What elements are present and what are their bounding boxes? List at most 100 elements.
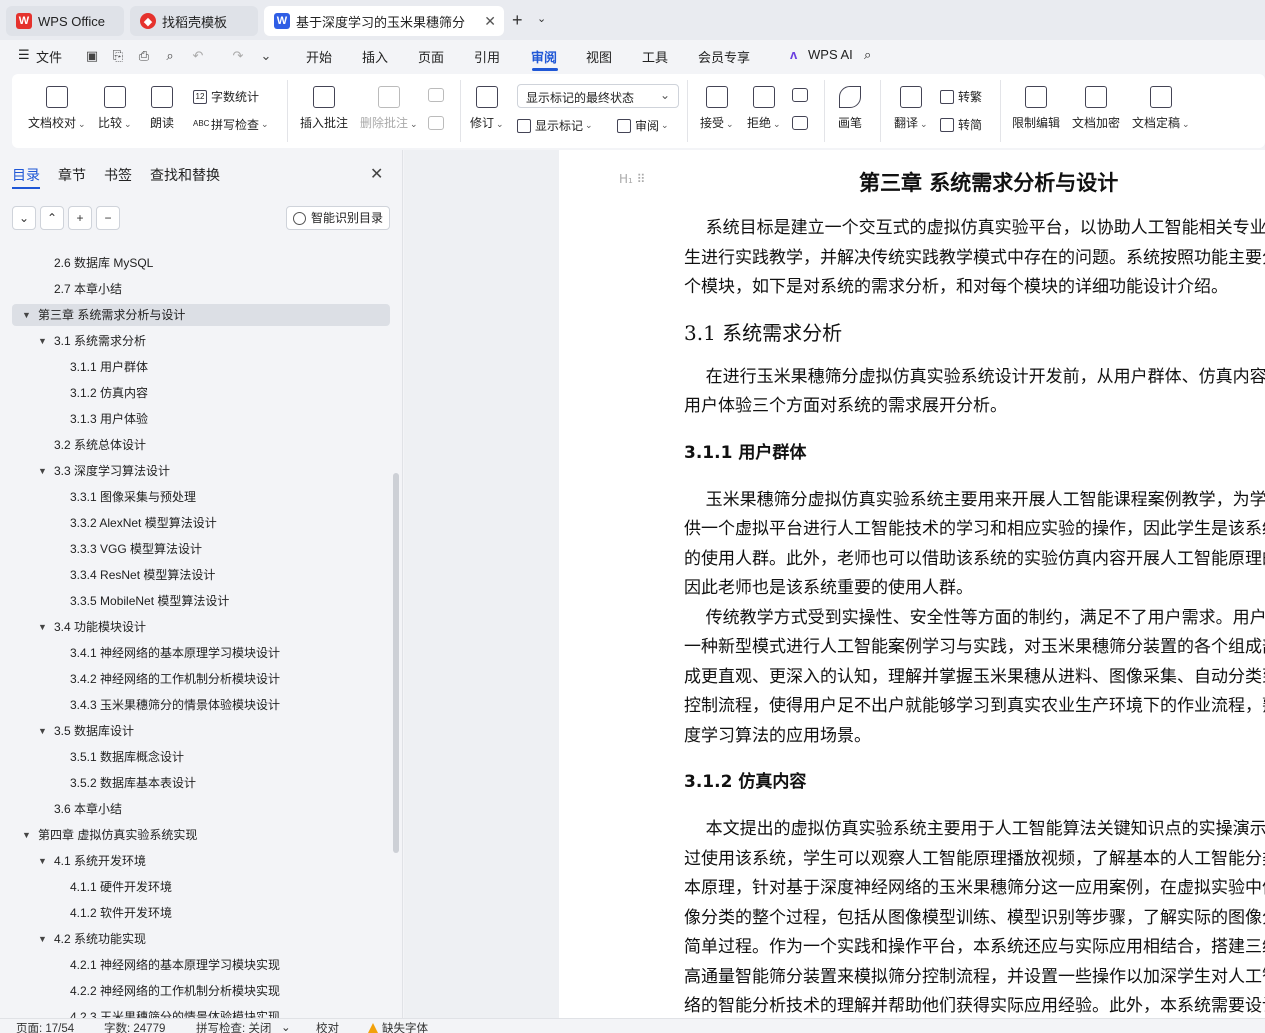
expand-arrow-icon[interactable]: ▼ — [38, 720, 47, 742]
to-traditional-button[interactable]: 转繁 — [940, 88, 982, 105]
menu-view[interactable]: 视图 — [586, 47, 612, 66]
show-markup-button[interactable]: 显示标记 ⌄ — [517, 117, 593, 134]
menu-file[interactable]: 文件 — [36, 47, 62, 66]
revise-button[interactable]: 修订 ⌄ — [470, 86, 504, 131]
doc-encrypt-button[interactable]: 文档加密 — [1072, 86, 1120, 131]
toc-item[interactable]: 3.3.5 MobileNet 模型算法设计 — [12, 590, 390, 612]
menu-review[interactable]: 审阅 — [531, 47, 557, 66]
nav-tab-sections[interactable]: 章节 — [58, 165, 86, 185]
menu-start[interactable]: 开始 — [306, 47, 332, 66]
toc-item[interactable]: 3.4.1 神经网络的基本原理学习模块设计 — [12, 642, 390, 664]
toc-item[interactable]: 3.3.3 VGG 模型算法设计 — [12, 538, 390, 560]
toc-item[interactable]: ▼ 第四章 虚拟仿真实验系统实现 — [12, 824, 390, 846]
delete-comment-button[interactable]: 删除批注 ⌄ — [360, 86, 418, 131]
compare-button[interactable]: 比较 ⌄ — [98, 86, 132, 131]
nav-tab-bookmarks[interactable]: 书签 — [104, 165, 132, 185]
nav-tab-toc[interactable]: 目录 — [12, 165, 40, 185]
export-icon[interactable]: ⎘ — [110, 48, 126, 64]
toc-item[interactable]: 3.6 本章小结 — [12, 798, 390, 820]
toc-item[interactable]: 3.3.1 图像采集与预处理 — [12, 486, 390, 508]
toc-item[interactable]: ▼ 3.3 深度学习算法设计 — [12, 460, 390, 482]
toc-item[interactable]: 4.1.1 硬件开发环境 — [12, 876, 390, 898]
expand-arrow-icon[interactable]: ▼ — [22, 304, 31, 326]
toc-item[interactable]: 3.4.3 玉米果穗筛分的情景体验模块设计 — [12, 694, 390, 716]
toc-item[interactable]: 3.3.4 ResNet 模型算法设计 — [12, 564, 390, 586]
tab-wps-office[interactable]: W WPS Office — [6, 6, 124, 36]
menu-page[interactable]: 页面 — [418, 47, 444, 66]
save-icon[interactable]: ▣ — [84, 48, 100, 64]
more-chevron-icon[interactable]: ⌄ — [258, 48, 274, 64]
ai-recognize-toc-button[interactable]: 智能识别目录 — [286, 206, 390, 230]
menu-insert[interactable]: 插入 — [362, 47, 388, 66]
expand-arrow-icon[interactable]: ▼ — [38, 616, 47, 638]
chevron-down-icon[interactable]: ⌄ — [537, 12, 546, 25]
page-indicator[interactable]: 页面: 17/54 — [16, 1020, 74, 1033]
toc-item[interactable]: 2.6 数据库 MySQL — [12, 252, 390, 274]
next-change-button[interactable] — [792, 116, 808, 136]
close-icon[interactable]: ✕ — [370, 164, 383, 184]
toc-item[interactable]: 3.4.2 神经网络的工作机制分析模块设计 — [12, 668, 390, 690]
toc-item[interactable]: 3.1.2 仿真内容 — [12, 382, 390, 404]
new-tab-icon[interactable]: + — [512, 10, 523, 31]
print-icon[interactable]: ⎙ — [136, 48, 152, 64]
toc-item[interactable]: 3.2 系统总体设计 — [12, 434, 390, 456]
insert-comment-button[interactable]: 插入批注 — [300, 86, 348, 131]
collapse-all-icon[interactable]: ⌄ — [12, 206, 36, 230]
toc-item[interactable]: 4.2.3 玉米果穗筛分的情景体验模块实现 — [12, 1006, 390, 1018]
menu-member[interactable]: 会员专享 — [698, 47, 750, 66]
reject-button[interactable]: 拒绝 ⌄ — [747, 86, 781, 131]
toc-item[interactable]: 3.1.3 用户体验 — [12, 408, 390, 430]
toc-item[interactable]: 2.7 本章小结 — [12, 278, 390, 300]
to-simplified-button[interactable]: 转简 — [940, 116, 982, 133]
restrict-edit-button[interactable]: 限制编辑 — [1012, 86, 1060, 131]
toc-item[interactable]: 4.2.2 神经网络的工作机制分析模块实现 — [12, 980, 390, 1002]
toc-item[interactable]: 3.5.2 数据库基本表设计 — [12, 772, 390, 794]
prev-change-button[interactable] — [792, 88, 808, 108]
toc-item[interactable]: ▼ 第三章 系统需求分析与设计 — [12, 304, 390, 326]
chevron-up-icon[interactable]: ⌃ — [40, 206, 64, 230]
tab-current-document[interactable]: W 基于深度学习的玉米果穗筛分 ✕ — [264, 6, 504, 36]
pen-button[interactable]: 画笔 — [838, 86, 862, 131]
spell-check-status[interactable]: 拼写检查: 关闭 — [196, 1020, 271, 1033]
hamburger-icon[interactable]: ☰ — [18, 47, 30, 63]
tab-docer-templates[interactable]: ◆ 找稻壳模板 — [130, 6, 258, 36]
proof-status[interactable]: 校对 — [316, 1020, 339, 1033]
toc-item[interactable]: 3.3.2 AlexNet 模型算法设计 — [12, 512, 390, 534]
search-icon[interactable]: ⌕ — [864, 47, 871, 63]
close-tab-icon[interactable]: ✕ — [484, 13, 496, 30]
toc-item[interactable]: 3.1.1 用户群体 — [12, 356, 390, 378]
accept-button[interactable]: 接受 ⌄ — [700, 86, 734, 131]
nav-scrollbar[interactable] — [393, 473, 399, 853]
word-count-status[interactable]: 字数: 24779 — [104, 1020, 165, 1033]
undo-icon[interactable]: ↶ — [190, 48, 206, 64]
redo-icon[interactable]: ↷ — [230, 48, 246, 64]
menu-reference[interactable]: 引用 — [474, 47, 500, 66]
doc-proof-button[interactable]: 文档校对 ⌄ — [28, 86, 86, 131]
heading-handle-icon[interactable]: H₁ ⠿ — [619, 172, 645, 186]
next-comment-button[interactable] — [428, 116, 444, 136]
chevron-down-icon[interactable]: ⌄ — [281, 1020, 291, 1033]
expand-arrow-icon[interactable]: ▼ — [38, 330, 47, 352]
review-pane-button[interactable]: 审阅 ⌄ — [617, 117, 669, 134]
expand-arrow-icon[interactable]: ▼ — [38, 460, 47, 482]
translate-button[interactable]: 翻译 ⌄ — [894, 86, 928, 131]
toc-item[interactable]: 3.5.1 数据库概念设计 — [12, 746, 390, 768]
toc-item[interactable]: ▼ 4.2 系统功能实现 — [12, 928, 390, 950]
prev-comment-button[interactable] — [428, 88, 444, 108]
toc-item[interactable]: 4.2.1 神经网络的基本原理学习模块实现 — [12, 954, 390, 976]
spell-check-button[interactable]: ABC 拼写检查 ⌄ — [193, 116, 269, 133]
toc-item[interactable]: 4.1.2 软件开发环境 — [12, 902, 390, 924]
print-preview-icon[interactable]: ⌕ — [162, 48, 178, 64]
menu-tools[interactable]: 工具 — [642, 47, 668, 66]
toc-item[interactable]: ▼ 4.1 系统开发环境 — [12, 850, 390, 872]
add-heading-icon[interactable]: + — [68, 206, 92, 230]
doc-finalize-button[interactable]: 文档定稿 ⌄ — [1132, 86, 1190, 131]
expand-arrow-icon[interactable]: ▼ — [22, 824, 31, 846]
toc-item[interactable]: ▼ 3.1 系统需求分析 — [12, 330, 390, 352]
markup-mode-select[interactable]: 显示标记的最终状态 ⌄ — [517, 84, 679, 108]
nav-tab-find-replace[interactable]: 查找和替换 — [150, 165, 220, 185]
toc-item[interactable]: ▼ 3.4 功能模块设计 — [12, 616, 390, 638]
document-page[interactable]: H₁ ⠿ 第三章 系统需求分析与设计 系统目标是建立一个交互式的虚拟仿真实验平台… — [559, 150, 1265, 1018]
toc-item[interactable]: ▼ 3.5 数据库设计 — [12, 720, 390, 742]
expand-arrow-icon[interactable]: ▼ — [38, 928, 47, 950]
